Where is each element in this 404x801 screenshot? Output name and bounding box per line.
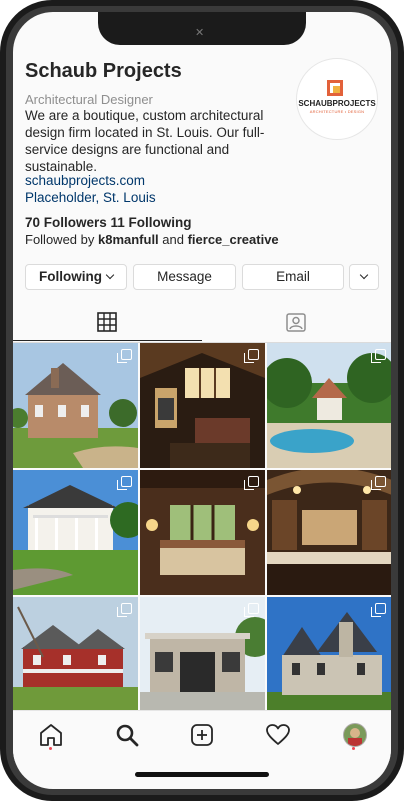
grid-photo-8[interactable] [140, 597, 265, 722]
profile-avatar-nav[interactable] [343, 723, 367, 747]
screen: ✕ Schaub Projects SCHAUBPROJECTS ARCHITE… [13, 12, 391, 789]
carousel-icon [371, 349, 386, 363]
carousel-icon [371, 603, 386, 617]
camera-icon: ✕ [195, 27, 205, 39]
carousel-icon [117, 476, 132, 490]
following-button[interactable]: Following [25, 264, 127, 290]
carousel-icon [117, 603, 132, 617]
grid-photo-9[interactable] [267, 597, 391, 722]
profile-tabs [13, 304, 391, 343]
profile-category: Architectural Designer [25, 92, 153, 107]
grid-photo-7[interactable] [13, 597, 138, 722]
suggestions-button[interactable] [349, 264, 379, 290]
followed-user-1[interactable]: k8manfull [98, 232, 159, 247]
carousel-icon [117, 349, 132, 363]
bottom-nav [13, 710, 391, 761]
profile-website-link[interactable]: schaubprojects.com [25, 173, 145, 188]
followed-prefix: Followed by [25, 232, 98, 247]
carousel-icon [244, 476, 259, 490]
profile-address-link[interactable]: Placeholder, St. Louis [25, 190, 156, 205]
grid-photo-3[interactable] [267, 343, 391, 468]
logo-subtext: ARCHITECTURE • DESIGN [309, 109, 365, 114]
carousel-icon [244, 603, 259, 617]
chevron-down-icon [105, 270, 115, 280]
tagged-icon[interactable] [286, 312, 306, 332]
heart-icon[interactable] [265, 722, 291, 748]
grid-photo-2[interactable] [140, 343, 265, 468]
profile-name: Schaub Projects [25, 60, 182, 82]
home-indicator[interactable] [135, 772, 269, 777]
grid-photo-6[interactable] [267, 470, 391, 595]
search-icon[interactable] [114, 722, 140, 748]
carousel-icon [371, 476, 386, 490]
grid-photo-1[interactable] [13, 343, 138, 468]
chevron-down-icon [359, 270, 369, 280]
followed-user-2[interactable]: fierce_creative [188, 232, 279, 247]
follow-stats[interactable]: 70 Followers 11 Following [25, 215, 192, 230]
followed-and: and [158, 232, 188, 247]
add-post-icon[interactable] [189, 722, 215, 748]
followed-by: Followed by k8manfull and fierce_creativ… [25, 232, 279, 247]
profile-bio: We are a boutique, custom architectural … [25, 108, 265, 174]
grid-photo-5[interactable] [140, 470, 265, 595]
carousel-icon [244, 349, 259, 363]
grid-icon[interactable] [97, 312, 117, 332]
logo-text: SCHAUBPROJECTS [298, 99, 376, 108]
home-icon[interactable] [38, 722, 64, 748]
logo-mark-inner [333, 86, 340, 93]
email-button[interactable]: Email [242, 264, 344, 290]
profile-avatar[interactable]: SCHAUBPROJECTS ARCHITECTURE • DESIGN [296, 58, 378, 140]
message-button[interactable]: Message [133, 264, 236, 290]
active-tab-indicator [13, 340, 202, 341]
notification-dot [352, 747, 355, 750]
following-label: Following [39, 269, 102, 284]
notification-dot [49, 747, 52, 750]
grid-photo-4[interactable] [13, 470, 138, 595]
